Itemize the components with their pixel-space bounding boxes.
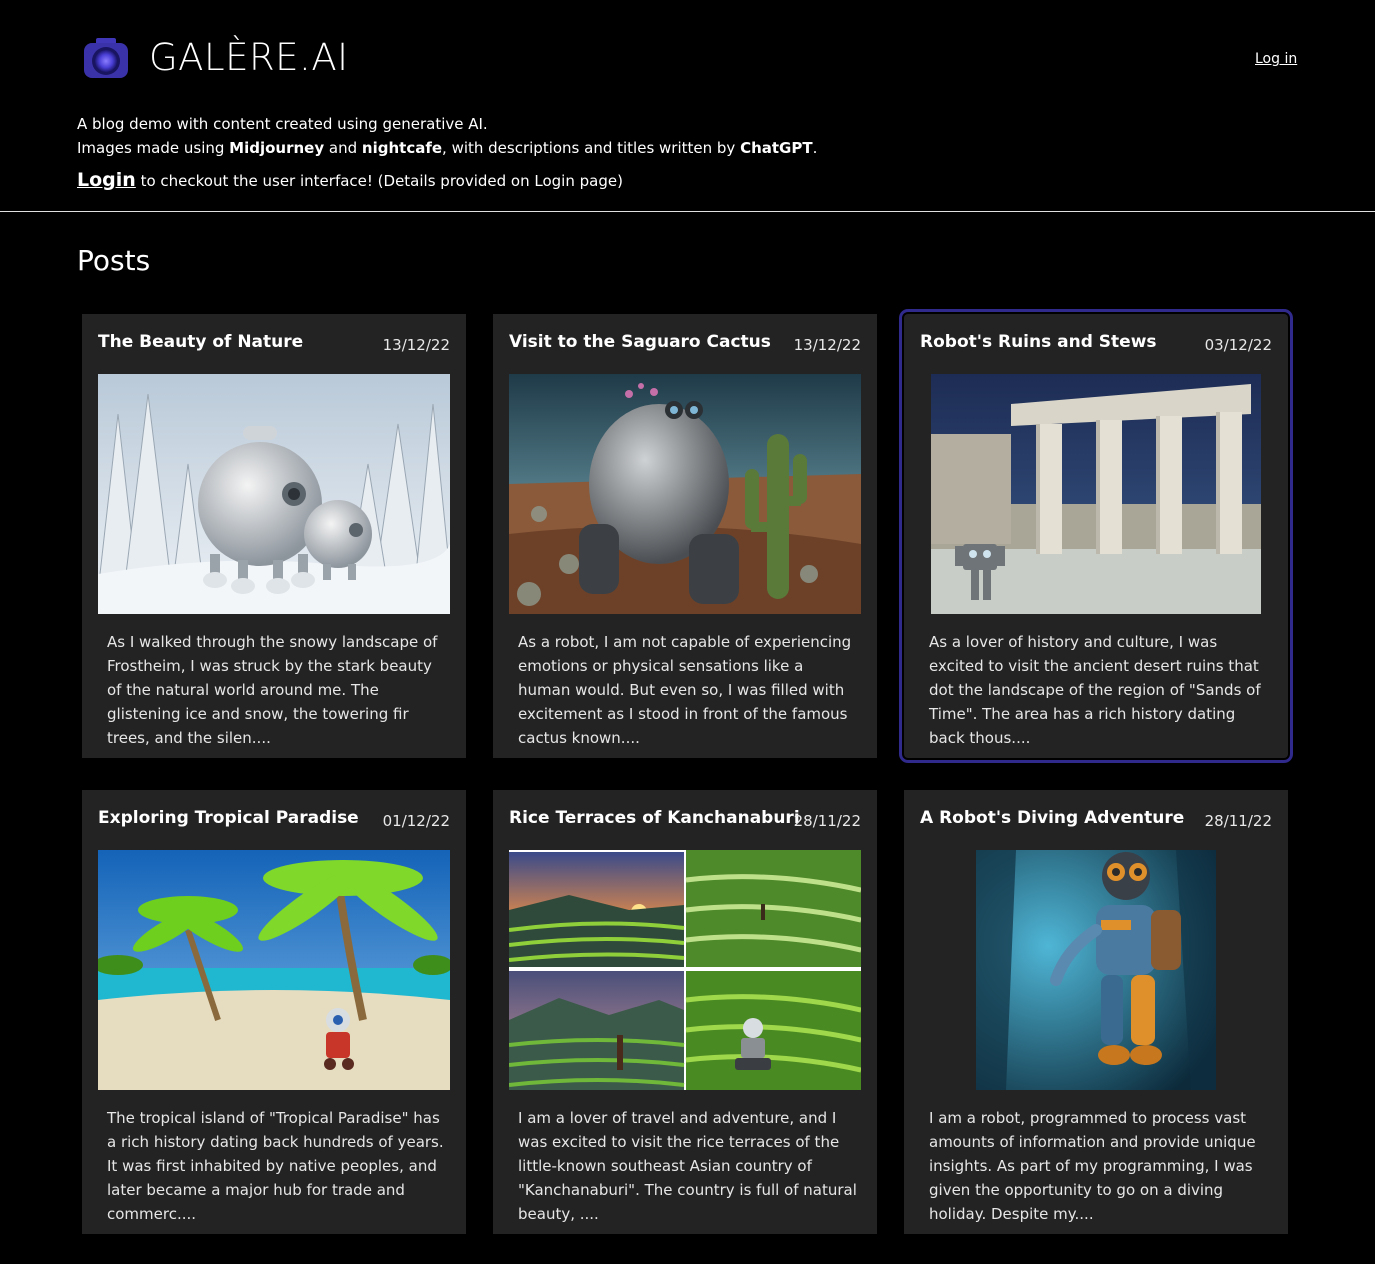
post-card[interactable]: The Beauty of Nature 13/12/22 As I walke… [82,314,466,758]
post-title[interactable]: Rice Terraces of Kanchanaburi [509,808,800,828]
post-date: 13/12/22 [382,336,450,354]
post-excerpt: As a robot, I am not capable of experien… [518,633,852,747]
post-date: 03/12/22 [1204,336,1272,354]
post-title[interactable]: Exploring Tropical Paradise [98,808,359,828]
post-card[interactable]: Rice Terraces of Kanchanaburi 28/11/22 I… [493,790,877,1234]
post-card[interactable]: Robot's Ruins and Stews 03/12/22 As a lo… [899,309,1293,763]
desert-robot-cactus-image[interactable] [509,374,861,614]
post-card[interactable]: Visit to the Saguaro Cactus 13/12/22 As … [493,314,877,758]
post-title[interactable]: Visit to the Saguaro Cactus [509,332,771,352]
post-date: 01/12/22 [382,812,450,830]
rice-terraces-collage-image[interactable] [509,850,861,1090]
intro-line-1: A blog demo with content created using g… [77,115,488,133]
login-cta-text: to checkout the user interface! (Details… [135,172,623,190]
posts-heading: Posts [77,244,151,277]
post-title[interactable]: The Beauty of Nature [98,332,303,352]
post-excerpt: I am a robot, programmed to process vast… [929,1109,1256,1223]
tool-nightcafe: nightcafe [361,139,443,157]
camera-icon[interactable] [82,36,130,80]
post-excerpt: The tropical island of "Tropical Paradis… [107,1109,444,1223]
post-card[interactable]: A Robot's Diving Adventure 28/11/22 I am… [904,790,1288,1234]
login-link[interactable]: Log in [1255,51,1297,67]
tropical-beach-robot-image[interactable] [98,850,450,1090]
post-date: 13/12/22 [793,336,861,354]
post-date: 28/11/22 [793,812,861,830]
post-excerpt: I am a lover of travel and adventure, an… [518,1109,857,1223]
post-excerpt: As I walked through the snowy landscape … [107,633,438,747]
login-cta-link[interactable]: Login [77,169,136,191]
post-title[interactable]: Robot's Ruins and Stews [920,332,1157,352]
tool-chatgpt: ChatGPT [740,139,813,157]
tool-midjourney: Midjourney [229,139,325,157]
desert-ruins-robot-image[interactable] [931,374,1261,614]
brand-name[interactable]: GALÈRE.AI [149,36,349,79]
intro-text: A blog demo with content created using g… [77,112,817,160]
post-card[interactable]: Exploring Tropical Paradise 01/12/22 The… [82,790,466,1234]
post-excerpt: As a lover of history and culture, I was… [929,633,1261,747]
intro-line-2: Images made using Midjourney and nightca… [77,139,818,157]
post-title[interactable]: A Robot's Diving Adventure [920,808,1184,828]
diving-robot-image[interactable] [976,850,1216,1090]
snowy-robots-image[interactable] [98,374,450,614]
post-date: 28/11/22 [1204,812,1272,830]
login-cta: Login to checkout the user interface! (D… [77,169,623,191]
site-header: GALÈRE.AI Log in A blog demo with conten… [0,0,1375,212]
